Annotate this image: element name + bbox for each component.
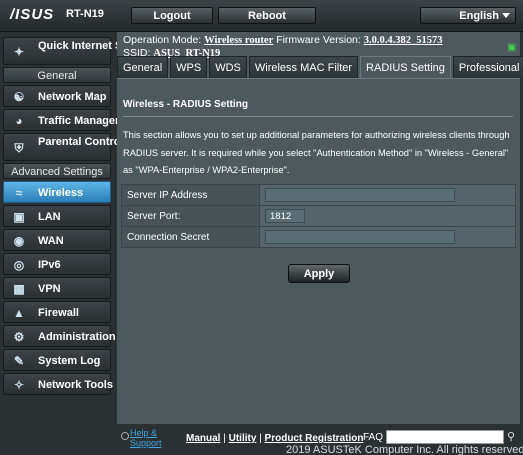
table-row: Server IP Address <box>121 184 516 206</box>
reboot-button[interactable]: Reboot <box>218 7 316 24</box>
connection-secret-cell <box>259 226 516 248</box>
server-ip-input[interactable] <box>265 188 455 202</box>
manual-link[interactable]: Manual <box>186 433 220 444</box>
tab-general[interactable]: General <box>117 56 169 78</box>
sidebar-item-administration[interactable]: ⚙ Administration <box>3 325 116 347</box>
sidebar-section-general: General <box>3 67 111 83</box>
sidebar-item-network-tools[interactable]: ✧ Network Tools <box>3 373 113 395</box>
sidebar-item-quick-internet-setup[interactable]: ✦ Quick Internet Setup <box>3 37 146 65</box>
sidebar-item-label: Traffic Manager <box>38 115 120 127</box>
wireless-icon: ≈ <box>15 186 23 200</box>
page-title: Wireless - RADIUS Setting <box>123 99 248 110</box>
sidebar-item-label: LAN <box>38 211 61 223</box>
tab-wds[interactable]: WDS <box>209 56 247 78</box>
sidebar-item-label: Administration <box>38 331 116 343</box>
radius-settings-table: Server IP Address Server Port: Connectio… <box>121 184 516 248</box>
sidebar-item-label: Parental Controls <box>38 136 130 148</box>
faq-label: FAQ <box>363 432 384 443</box>
quick-setup-icon: ✦ <box>13 45 25 59</box>
sidebar: ✦ Quick Internet Setup General ☯ Network… <box>0 32 146 424</box>
connection-secret-label: Connection Secret <box>121 226 260 248</box>
server-ip-label: Server IP Address <box>121 184 260 206</box>
language-select[interactable]: English <box>420 7 516 24</box>
network-map-icon: ☯ <box>13 90 25 104</box>
parental-controls-icon: ⛨ <box>14 141 24 155</box>
footer: Help & Support Manual | Utility | Produc… <box>0 424 523 455</box>
apply-button[interactable]: Apply <box>288 264 350 283</box>
help-line-1: Help & <box>130 428 158 438</box>
sidebar-item-firewall[interactable]: ▲ Firewall <box>3 301 111 323</box>
table-row: Connection Secret <box>121 226 516 248</box>
language-value: English <box>459 10 499 22</box>
administration-icon: ⚙ <box>13 330 25 344</box>
sidebar-item-vpn[interactable]: ▩ VPN <box>3 277 111 299</box>
tab-radius-setting[interactable]: RADIUS Setting <box>360 56 451 78</box>
tab-professional[interactable]: Professional <box>452 56 523 78</box>
utility-link[interactable]: Utility <box>229 433 257 444</box>
help-line-2: Support <box>130 438 162 448</box>
top-bar: /ISUS RT-N19 Logout Reboot English <box>0 0 523 32</box>
sidebar-item-label: Wireless <box>38 187 84 199</box>
wan-icon: ◉ <box>13 234 25 248</box>
sidebar-item-label: IPv6 <box>38 259 61 271</box>
opmode-label: Operation Mode: <box>123 34 202 46</box>
opmode-link[interactable]: Wireless router <box>204 35 273 46</box>
sidebar-item-traffic-manager[interactable]: ◕ Traffic Manager <box>3 109 119 131</box>
divider <box>123 116 513 117</box>
connection-secret-input[interactable] <box>265 230 455 244</box>
search-icon[interactable]: ⚲ <box>507 430 519 444</box>
product-registration-link[interactable]: Product Registration <box>265 433 364 444</box>
sidebar-item-wan[interactable]: ◉ WAN <box>3 229 111 251</box>
vpn-icon: ▩ <box>13 282 25 296</box>
help-icon <box>121 432 129 440</box>
main-panel: Operation Mode: Wireless router Firmware… <box>117 32 523 424</box>
sidebar-item-label: VPN <box>38 283 61 295</box>
ipv6-icon: ◎ <box>13 258 25 272</box>
system-log-icon: ✎ <box>13 354 25 368</box>
sidebar-item-label: Network Tools <box>38 379 113 391</box>
model-name: RT-N19 <box>66 8 104 20</box>
server-port-cell <box>259 205 516 227</box>
faq-search-input[interactable] <box>386 430 504 444</box>
network-status-icon[interactable]: ▣ <box>507 42 517 53</box>
logout-button[interactable]: Logout <box>131 7 213 24</box>
server-port-label: Server Port: <box>121 205 260 227</box>
tab-wireless-mac-filter[interactable]: Wireless MAC Filter <box>248 56 359 78</box>
sidebar-item-ipv6[interactable]: ◎ IPv6 <box>3 253 111 275</box>
server-ip-cell <box>259 184 516 206</box>
sidebar-item-lan[interactable]: ▣ LAN <box>3 205 111 227</box>
sidebar-section-advanced: Advanced Settings <box>3 163 111 179</box>
network-tools-icon: ✧ <box>13 378 25 392</box>
separator: | <box>220 433 229 444</box>
sidebar-item-label: Firewall <box>38 307 79 319</box>
sidebar-item-system-log[interactable]: ✎ System Log <box>3 349 111 371</box>
firmware-label: Firmware Version: <box>276 34 361 46</box>
firmware-link[interactable]: 3.0.0.4.382_51573 <box>364 35 443 46</box>
sidebar-item-network-map[interactable]: ☯ Network Map <box>3 85 111 107</box>
sidebar-item-label: Network Map <box>38 91 107 103</box>
chevron-down-icon <box>502 13 510 18</box>
tab-wps[interactable]: WPS <box>170 56 208 78</box>
help-support-link[interactable]: Help & Support <box>130 428 162 448</box>
footer-links: Manual | Utility | Product Registration <box>186 433 363 444</box>
tab-bar: General WPS WDS Wireless MAC Filter RADI… <box>117 56 523 78</box>
traffic-manager-icon: ◕ <box>15 114 23 128</box>
sidebar-item-label: System Log <box>38 355 101 367</box>
server-port-input[interactable] <box>265 209 305 223</box>
sidebar-item-label: WAN <box>38 235 64 247</box>
copyright: 2019 ASUSTeK Computer Inc. All rights re… <box>286 444 523 455</box>
table-row: Server Port: <box>121 205 516 227</box>
sidebar-item-wireless[interactable]: ≈ Wireless <box>3 181 111 203</box>
sidebar-item-parental-controls[interactable]: ⛨ Parental Controls <box>3 133 130 161</box>
page-description: This section allows you to set up additi… <box>123 130 510 175</box>
firewall-icon: ▲ <box>13 306 25 320</box>
separator: | <box>256 433 265 444</box>
content-area: Wireless - RADIUS Setting This section a… <box>117 78 520 424</box>
lan-icon: ▣ <box>13 210 25 224</box>
asus-logo: /ISUS <box>10 6 55 23</box>
